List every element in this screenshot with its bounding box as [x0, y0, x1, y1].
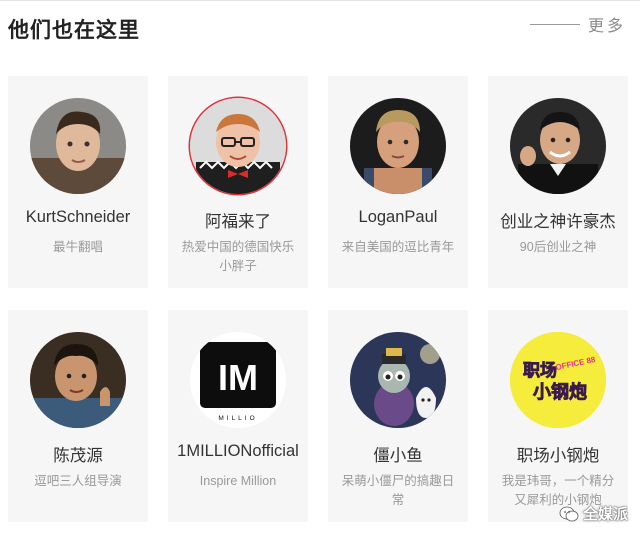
- creator-card[interactable]: 职场 OFFICE 88 小钢炮 职场小钢炮 我是玮哥，一个精分又犀利的小钢炮: [488, 310, 628, 522]
- creator-name: 陈茂源: [53, 447, 103, 465]
- creator-name: 职场小钢炮: [516, 447, 600, 465]
- more-link[interactable]: 更多: [529, 12, 626, 36]
- creator-card[interactable]: LoganPaul 来自美国的逗比青年: [328, 76, 468, 288]
- creator-card[interactable]: IM MILLIO 1MILLIONofficial Inspire Milli…: [168, 310, 308, 522]
- more-label: 更多: [587, 18, 626, 35]
- creator-avatar: [510, 98, 606, 194]
- creator-desc: Inspire Million: [199, 474, 277, 488]
- creator-avatar: 职场 OFFICE 88 小钢炮: [510, 332, 606, 428]
- more-line-decoration: [529, 23, 580, 25]
- creator-desc: 呆萌小僵尸的搞趣日常: [341, 474, 455, 507]
- logo-big-text: IM: [218, 357, 258, 398]
- logo-small-text: MILLIO: [218, 415, 257, 422]
- watermark-text: 全媒派: [582, 506, 628, 523]
- creator-card[interactable]: 僵小鱼 呆萌小僵尸的搞趣日常: [328, 310, 468, 522]
- creator-card[interactable]: 陈茂源 逗吧三人组导演: [8, 310, 148, 522]
- creator-avatar: [190, 98, 286, 194]
- creator-name: 阿福来了: [205, 213, 271, 231]
- creator-card[interactable]: 阿福来了 热爱中国的德国快乐小胖子: [168, 76, 308, 288]
- creator-desc: 来自美国的逗比青年: [341, 240, 455, 254]
- creator-desc: 90后创业之神: [519, 240, 597, 254]
- section-title: 他们也在这里: [8, 19, 140, 42]
- logo-bottom-text: 小钢炮: [533, 381, 587, 403]
- creator-desc: 逗吧三人组导演: [34, 474, 122, 488]
- logo-top-text: 职场: [523, 361, 557, 381]
- creator-name: 僵小鱼: [373, 447, 423, 465]
- creator-desc: 热爱中国的德国快乐小胖子: [181, 240, 295, 273]
- watermark: 全媒派: [559, 503, 628, 524]
- creator-desc: 最牛翻唱: [52, 240, 103, 254]
- wechat-icon: [559, 506, 579, 521]
- creator-name: LoganPaul: [358, 208, 438, 226]
- creator-avatar: [30, 332, 126, 428]
- creator-avatar: [30, 98, 126, 194]
- creator-name: 1MILLIONofficial: [177, 442, 299, 460]
- creator-card[interactable]: 创业之神许豪杰 90后创业之神: [488, 76, 628, 288]
- creator-avatar: [350, 332, 446, 428]
- creator-card[interactable]: KurtSchneider 最牛翻唱: [8, 76, 148, 288]
- creator-avatar: IM MILLIO: [190, 332, 286, 428]
- section-header: 他们也在这里 更多: [0, 0, 640, 58]
- creator-avatar: [350, 98, 446, 194]
- creator-name: 创业之神许豪杰: [500, 213, 616, 231]
- creator-name: KurtSchneider: [25, 208, 131, 226]
